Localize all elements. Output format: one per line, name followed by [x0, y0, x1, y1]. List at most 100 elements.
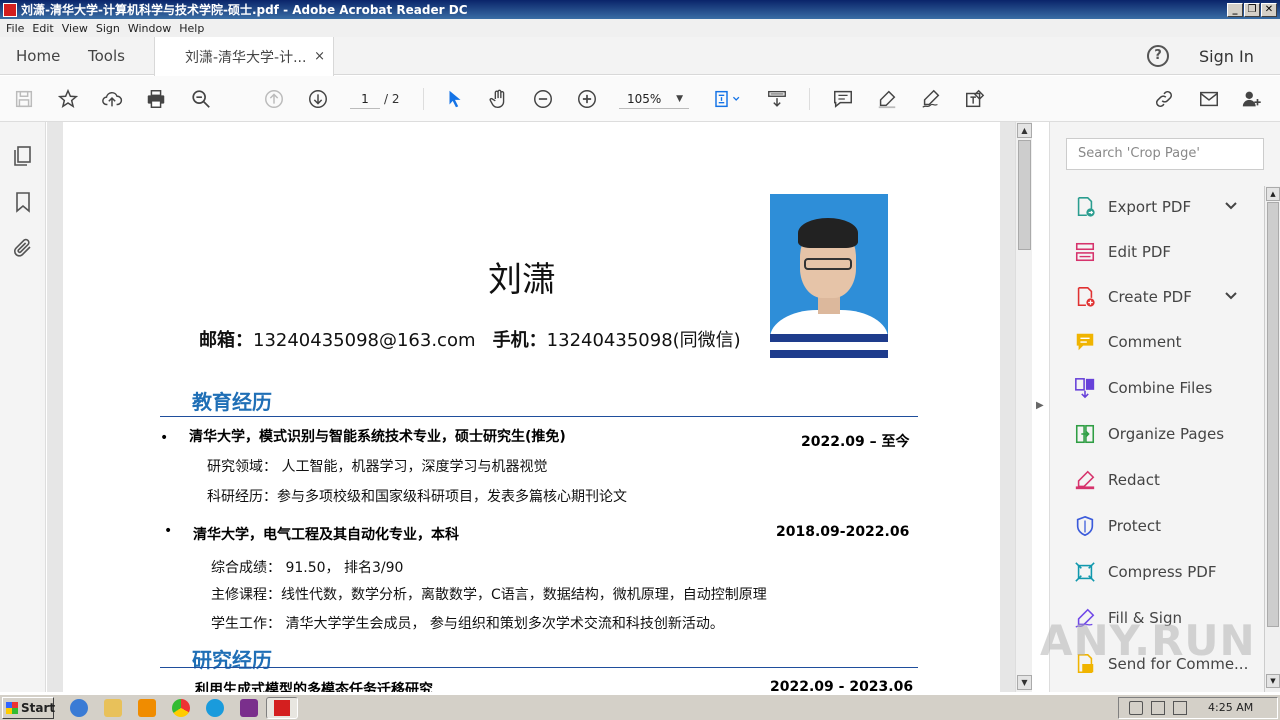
- scroll-down-arrow-icon[interactable]: ▼: [1266, 674, 1280, 688]
- scrollbar-thumb[interactable]: [1018, 140, 1031, 250]
- tab-tools[interactable]: Tools: [88, 37, 125, 75]
- tool-edit-pdf[interactable]: Edit PDF: [1074, 238, 1171, 266]
- tool-label: Combine Files: [1108, 379, 1213, 397]
- phone-label: 手机：: [492, 330, 547, 351]
- title-bar: 刘潇-清华大学-计算机科学与技术学院-硕士.pdf - Adobe Acroba…: [0, 0, 1280, 19]
- menu-file[interactable]: File: [4, 22, 30, 35]
- research-entry-title: 利用生成式模型的多模态任务迁移研究: [195, 682, 433, 692]
- email-icon[interactable]: [1197, 87, 1221, 111]
- zoom-level-value: 105%: [627, 92, 662, 106]
- comment-icon[interactable]: [831, 87, 855, 111]
- bookmark-star-icon[interactable]: [56, 87, 80, 111]
- section-divider: [160, 667, 918, 668]
- research-entry-date: 2022.09 - 2023.06: [770, 679, 914, 692]
- tools-search-input[interactable]: Search 'Crop Page': [1066, 138, 1264, 170]
- tool-redact[interactable]: Redact: [1074, 466, 1160, 494]
- tool-comment[interactable]: Comment: [1074, 328, 1182, 356]
- page-fit-icon[interactable]: [710, 87, 744, 111]
- scroll-up-arrow-icon[interactable]: ▲: [1266, 187, 1280, 201]
- menu-window[interactable]: Window: [126, 22, 177, 35]
- edge-icon[interactable]: [206, 699, 224, 717]
- flag-tray-icon[interactable]: [1173, 701, 1187, 715]
- education-detail: 科研经历：参与多项校级和国家级科研项目，发表多篇核心期刊论文: [207, 489, 627, 505]
- restore-button[interactable]: ❐: [1244, 2, 1260, 17]
- highlight-pen-icon[interactable]: [875, 87, 899, 111]
- start-label: Start: [21, 701, 56, 715]
- profile-photo: [770, 194, 888, 372]
- menu-sign[interactable]: Sign: [94, 22, 126, 35]
- next-page-icon[interactable]: [306, 87, 330, 111]
- windows-flag-icon: [6, 702, 18, 714]
- zoom-search-icon[interactable]: [189, 87, 213, 111]
- previous-page-icon[interactable]: [262, 87, 286, 111]
- close-window-button[interactable]: ✕: [1261, 2, 1277, 17]
- menu-view[interactable]: View: [60, 22, 94, 35]
- ie-browser-icon[interactable]: [70, 699, 88, 717]
- menu-edit[interactable]: Edit: [30, 22, 59, 35]
- upload-cloud-icon[interactable]: [100, 87, 124, 111]
- scroll-up-arrow-icon[interactable]: ▲: [1017, 123, 1032, 138]
- zoom-in-icon[interactable]: [575, 87, 599, 111]
- tool-export-pdf[interactable]: Export PDF: [1074, 193, 1237, 221]
- tab-home[interactable]: Home: [16, 37, 60, 75]
- winrar-icon[interactable]: [240, 699, 258, 717]
- education-detail: 学生工作： 清华大学学生会成员， 参与组织和策划多次学术交流和科技创新活动。: [211, 616, 724, 632]
- collapse-right-panel-icon[interactable]: ▶: [1036, 400, 1044, 411]
- acrobat-taskbar-icon: [274, 700, 290, 716]
- zoom-out-icon[interactable]: [531, 87, 555, 111]
- chevron-down-icon[interactable]: [1224, 200, 1238, 214]
- education-detail: 主修课程：线性代数，数学分析，离散数学，C语言，数据结构，微机原理，自动控制原理: [211, 587, 767, 603]
- tab-document[interactable]: 刘潇-清华大学-计... ×: [154, 37, 334, 76]
- tool-label: Protect: [1108, 517, 1162, 535]
- tool-organize-pages[interactable]: Organize Pages: [1074, 420, 1224, 448]
- organize-pages-icon: [1075, 424, 1095, 444]
- create-pdf-icon: [1077, 287, 1095, 307]
- shield-icon: [1076, 515, 1094, 537]
- menu-bar: File Edit View Sign Window Help: [0, 19, 1280, 37]
- chevron-down-icon: ▼: [676, 94, 683, 104]
- tool-create-pdf[interactable]: Create PDF: [1074, 283, 1237, 311]
- start-button[interactable]: Start: [2, 697, 56, 719]
- education-detail: 研究领域： 人工智能，机器学习，深度学习与机器视觉: [207, 459, 548, 475]
- share-link-icon[interactable]: [1152, 87, 1176, 111]
- chevron-down-icon[interactable]: [1224, 290, 1238, 304]
- email-label: 邮箱：: [199, 330, 253, 351]
- section-divider: [160, 416, 918, 417]
- print-icon[interactable]: [144, 87, 168, 111]
- tab-close-icon[interactable]: ×: [314, 49, 325, 64]
- document-viewer[interactable]: 刘潇 邮箱：13240435098@163.com 手机：13240435098…: [47, 122, 1016, 692]
- draw-sign-icon[interactable]: [919, 87, 943, 111]
- comment-tool-icon: [1076, 333, 1094, 351]
- chrome-icon[interactable]: [172, 699, 190, 717]
- page-thumbnails-icon[interactable]: [11, 144, 35, 168]
- document-scrollbar[interactable]: ▲ ▼: [1015, 122, 1032, 692]
- network-icon[interactable]: [1151, 701, 1165, 715]
- tool-protect[interactable]: Protect: [1074, 512, 1161, 540]
- edit-text-icon[interactable]: [963, 87, 987, 111]
- save-icon[interactable]: [12, 87, 36, 111]
- scrollbar-thumb[interactable]: [1267, 202, 1279, 627]
- menu-help[interactable]: Help: [177, 22, 210, 35]
- volume-icon[interactable]: [1129, 701, 1143, 715]
- hand-tool-icon[interactable]: [487, 87, 511, 111]
- scroll-mode-icon[interactable]: [765, 87, 789, 111]
- taskbar-acrobat-button[interactable]: [266, 697, 298, 719]
- page-total-label: / 2: [384, 92, 400, 106]
- edit-pdf-icon: [1075, 242, 1095, 262]
- help-icon[interactable]: ?: [1147, 45, 1169, 67]
- scroll-down-arrow-icon[interactable]: ▼: [1017, 675, 1032, 690]
- tools-pane-scrollbar[interactable]: ▲ ▼: [1264, 186, 1280, 692]
- minimize-button[interactable]: _: [1227, 2, 1243, 17]
- tool-compress-pdf[interactable]: Compress PDF: [1074, 558, 1216, 586]
- zoom-level-select[interactable]: 105% ▼: [619, 89, 689, 109]
- sign-in-button[interactable]: Sign In: [1199, 47, 1254, 66]
- select-cursor-icon[interactable]: [443, 87, 467, 111]
- bookmarks-icon[interactable]: [11, 190, 35, 214]
- media-player-icon[interactable]: [138, 699, 156, 717]
- tool-label: Compress PDF: [1108, 563, 1217, 581]
- folder-icon[interactable]: [104, 699, 122, 717]
- tool-combine-files[interactable]: Combine Files: [1074, 374, 1212, 402]
- add-user-icon[interactable]: [1240, 87, 1264, 111]
- attachments-paperclip-icon[interactable]: [11, 236, 35, 260]
- page-number-input[interactable]: 1: [350, 89, 380, 109]
